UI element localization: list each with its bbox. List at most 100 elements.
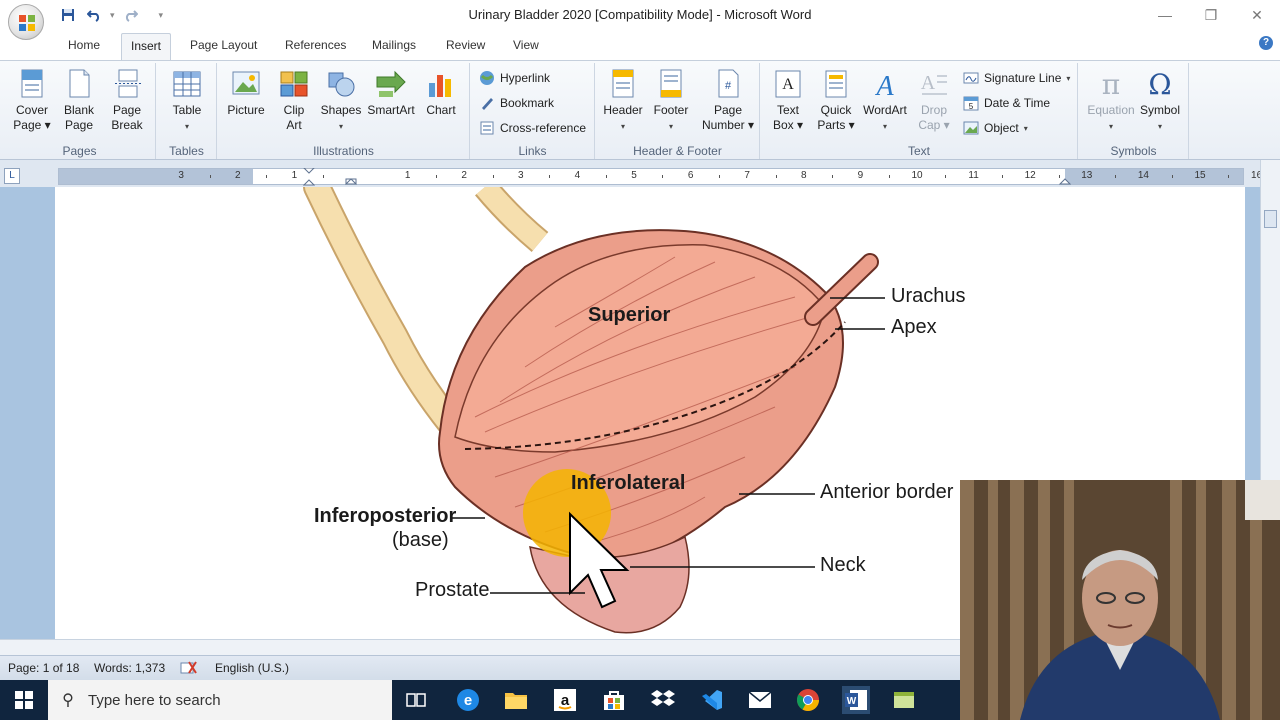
ruler-tick	[492, 175, 494, 178]
language-indicator[interactable]: English (U.S.)	[215, 661, 289, 675]
footer-icon	[660, 69, 682, 98]
picture-button[interactable]: Picture	[221, 69, 271, 118]
text-group: A Text Box ▾ Quick Parts ▾ A WordArt ▾ A…	[761, 63, 1078, 159]
hyperlink-button[interactable]: Hyperlink	[479, 67, 550, 89]
store-icon[interactable]	[600, 686, 628, 714]
page-break-button[interactable]: Page Break	[102, 69, 152, 133]
text-group-label: Text	[907, 144, 930, 158]
tab-view[interactable]: View	[507, 38, 545, 52]
quick-parts-button[interactable]: Quick Parts ▾	[811, 69, 861, 133]
file-explorer-icon[interactable]	[502, 686, 530, 714]
label-inferolateral: Inferolateral	[571, 472, 686, 494]
ruler-number: 2	[235, 170, 241, 181]
svg-text:A: A	[782, 76, 794, 93]
ruler-number: 4	[574, 170, 581, 181]
smartart-button[interactable]: SmartArt	[366, 69, 416, 118]
calendar-icon: 5	[963, 96, 979, 111]
close-button[interactable]: ✕	[1234, 0, 1280, 30]
taskbar-search[interactable]: ⚲ Type here to search	[48, 680, 392, 720]
symbols-group: π Equation ▾ Ω Symbol ▾ Symbols	[1079, 63, 1189, 159]
right-indent-marker-icon[interactable]	[1059, 173, 1071, 185]
text-box-icon: A	[775, 70, 801, 98]
label-base: (base)	[392, 529, 449, 551]
page-number-button[interactable]: # Page Number ▾	[699, 69, 757, 133]
minimize-button[interactable]: —	[1142, 0, 1188, 30]
ruler-number: 3	[518, 170, 524, 181]
chart-button[interactable]: Chart	[416, 69, 466, 118]
page-count[interactable]: Page: 1 of 18	[8, 661, 79, 675]
svg-text:a: a	[561, 692, 570, 709]
equation-button[interactable]: π Equation ▾	[1083, 69, 1139, 134]
webcam-overlay	[960, 480, 1280, 720]
pages-group-label: Pages	[62, 144, 97, 158]
dropbox-icon[interactable]	[649, 686, 677, 714]
footer-button[interactable]: Footer ▾	[646, 69, 696, 134]
mail-icon[interactable]	[746, 686, 774, 714]
page-number-icon: #	[718, 69, 739, 98]
blank-page-button[interactable]: Blank Page	[54, 69, 104, 133]
visual-studio-icon[interactable]	[698, 686, 726, 714]
hyperlink-icon	[480, 71, 494, 85]
window-title: Urinary Bladder 2020 [Compatibility Mode…	[468, 7, 812, 22]
ruler-number: 14	[1137, 170, 1149, 181]
task-view-icon[interactable]	[402, 686, 430, 714]
edge-browser-icon[interactable]: e	[454, 686, 482, 714]
header-button[interactable]: Header ▾	[598, 69, 648, 134]
notes-app-icon[interactable]	[890, 686, 918, 714]
indent-marker-icon[interactable]	[303, 168, 315, 186]
label-superior: Superior	[588, 304, 671, 326]
search-placeholder: Type here to search	[88, 691, 221, 709]
svg-text:π: π	[1102, 69, 1120, 99]
bookmark-button[interactable]: Bookmark	[479, 92, 554, 114]
tab-home[interactable]: Home	[62, 38, 106, 52]
date-time-button[interactable]: 5 Date & Time	[963, 92, 1050, 114]
cross-reference-button[interactable]: Cross-reference	[479, 117, 586, 139]
word-count[interactable]: Words: 1,373	[94, 661, 165, 675]
label-prostate: Prostate	[415, 579, 490, 601]
tab-mailings[interactable]: Mailings	[366, 38, 422, 52]
ruler-tick	[549, 175, 551, 178]
wordart-button[interactable]: A WordArt ▾	[860, 69, 910, 134]
cover-page-button[interactable]: Cover Page ▾	[7, 69, 57, 133]
ruler-tick	[322, 175, 324, 178]
signature-line-button[interactable]: Signature Line ▾	[963, 67, 1070, 89]
tables-group-label: Tables	[169, 144, 204, 158]
clip-art-button[interactable]: Clip Art	[269, 69, 319, 133]
help-icon[interactable]: ?	[1259, 36, 1273, 50]
bookmark-icon	[482, 98, 493, 110]
object-button[interactable]: Object ▾	[963, 117, 1028, 139]
horizontal-ruler[interactable]: 3211234567891011121314151617	[58, 168, 1262, 186]
table-button[interactable]: Table ▾	[162, 69, 212, 134]
blank-page-icon	[69, 69, 90, 98]
cross-reference-icon	[480, 121, 494, 135]
ruler-number: 7	[744, 170, 750, 181]
quick-parts-icon	[825, 70, 847, 98]
symbol-button[interactable]: Ω Symbol ▾	[1135, 69, 1185, 134]
vertical-scroll-thumb[interactable]	[1264, 210, 1277, 228]
tab-insert[interactable]: Insert	[121, 33, 172, 61]
drop-cap-button[interactable]: A Drop Cap ▾	[909, 69, 959, 133]
tab-selector[interactable]: L	[4, 168, 20, 184]
office-button[interactable]	[8, 4, 44, 40]
ribbon: Cover Page ▾ Blank Page Page Break Pages…	[0, 60, 1280, 160]
amazon-icon[interactable]: a	[551, 686, 579, 714]
ruler-tick	[1115, 175, 1117, 178]
ruler-tick	[718, 175, 720, 178]
chrome-icon[interactable]	[794, 686, 822, 714]
word-app-icon[interactable]: W	[842, 686, 870, 714]
links-group-label: Links	[518, 144, 547, 158]
webcam-presenter-image	[960, 480, 1280, 720]
tab-references[interactable]: References	[279, 38, 352, 52]
restore-button[interactable]: ❐	[1188, 0, 1234, 30]
svg-text:e: e	[464, 692, 472, 709]
office-logo-icon	[19, 15, 35, 31]
tab-page-layout[interactable]: Page Layout	[184, 38, 263, 52]
text-box-button[interactable]: A Text Box ▾	[763, 69, 813, 133]
proofing-icon[interactable]	[180, 661, 198, 678]
ruler-tick	[1228, 175, 1230, 178]
start-button[interactable]	[0, 680, 48, 720]
tab-review[interactable]: Review	[440, 38, 491, 52]
ruler-tick	[209, 175, 211, 178]
shapes-button[interactable]: Shapes ▾	[316, 69, 366, 134]
left-indent-marker-icon[interactable]	[345, 173, 357, 185]
